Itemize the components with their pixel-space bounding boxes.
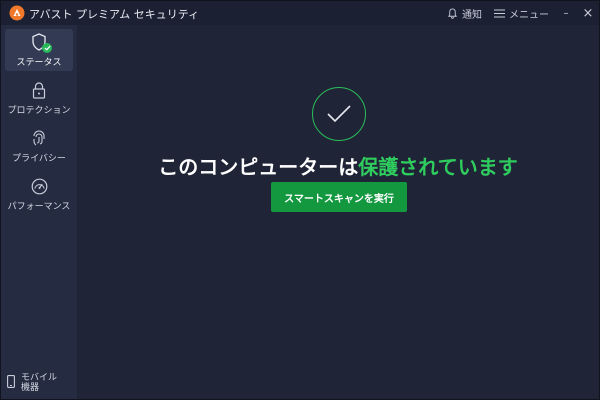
sidebar-item-status[interactable]: ステータス: [5, 29, 73, 71]
shield-check-icon: [29, 32, 52, 53]
title-bar: アバスト プレミアム セキュリティ 通知 メニュー – ×: [1, 1, 599, 25]
hamburger-icon: [494, 9, 505, 17]
avast-logo-icon: [9, 5, 25, 21]
sidebar-item-label: ステータス: [16, 58, 62, 68]
app-window: アバスト プレミアム セキュリティ 通知 メニュー – × ステータス プロテク…: [0, 0, 600, 400]
headline-status: 保護されています: [358, 155, 518, 179]
fingerprint-icon: [29, 128, 49, 148]
minimize-button[interactable]: –: [555, 1, 577, 25]
close-icon: ×: [582, 5, 594, 21]
smart-scan-button[interactable]: スマートスキャンを実行: [271, 182, 407, 212]
menu-button[interactable]: メニュー: [488, 1, 555, 25]
notifications-label: 通知: [462, 9, 482, 21]
menu-label: メニュー: [509, 9, 549, 21]
headline-prefix: このコンピューターは: [158, 155, 359, 179]
sidebar-item-protection[interactable]: プロテクション: [5, 77, 73, 119]
protected-status-circle: [312, 87, 366, 141]
protection-status-headline: このコンピューターは保護されています: [77, 151, 599, 180]
title-bar-controls: 通知 メニュー – ×: [441, 1, 599, 25]
mobile-phone-icon: [7, 373, 15, 392]
app-title: アバスト プレミアム セキュリティ: [29, 8, 200, 21]
sidebar-item-label: プロテクション: [7, 106, 71, 116]
checkmark-icon: [327, 105, 351, 123]
check-badge-icon: [42, 43, 52, 53]
lock-icon: [29, 80, 49, 100]
close-button[interactable]: ×: [577, 1, 599, 25]
sidebar: ステータス プロテクション プライバシー パフォーマンス モバイル機器: [1, 25, 77, 399]
sidebar-item-label: モバイル機器: [21, 373, 58, 393]
bell-icon: [447, 7, 458, 19]
notifications-button[interactable]: 通知: [441, 1, 488, 25]
sidebar-item-mobile[interactable]: モバイル機器: [7, 373, 73, 395]
speedometer-icon: [29, 176, 49, 196]
main-panel: このコンピューターは保護されています スマートスキャンを実行: [77, 25, 599, 399]
minimize-icon: –: [563, 7, 569, 19]
sidebar-item-label: パフォーマンス: [7, 202, 71, 212]
sidebar-item-privacy[interactable]: プライバシー: [5, 125, 73, 167]
sidebar-item-performance[interactable]: パフォーマンス: [5, 173, 73, 215]
sidebar-item-label: プライバシー: [12, 154, 66, 164]
